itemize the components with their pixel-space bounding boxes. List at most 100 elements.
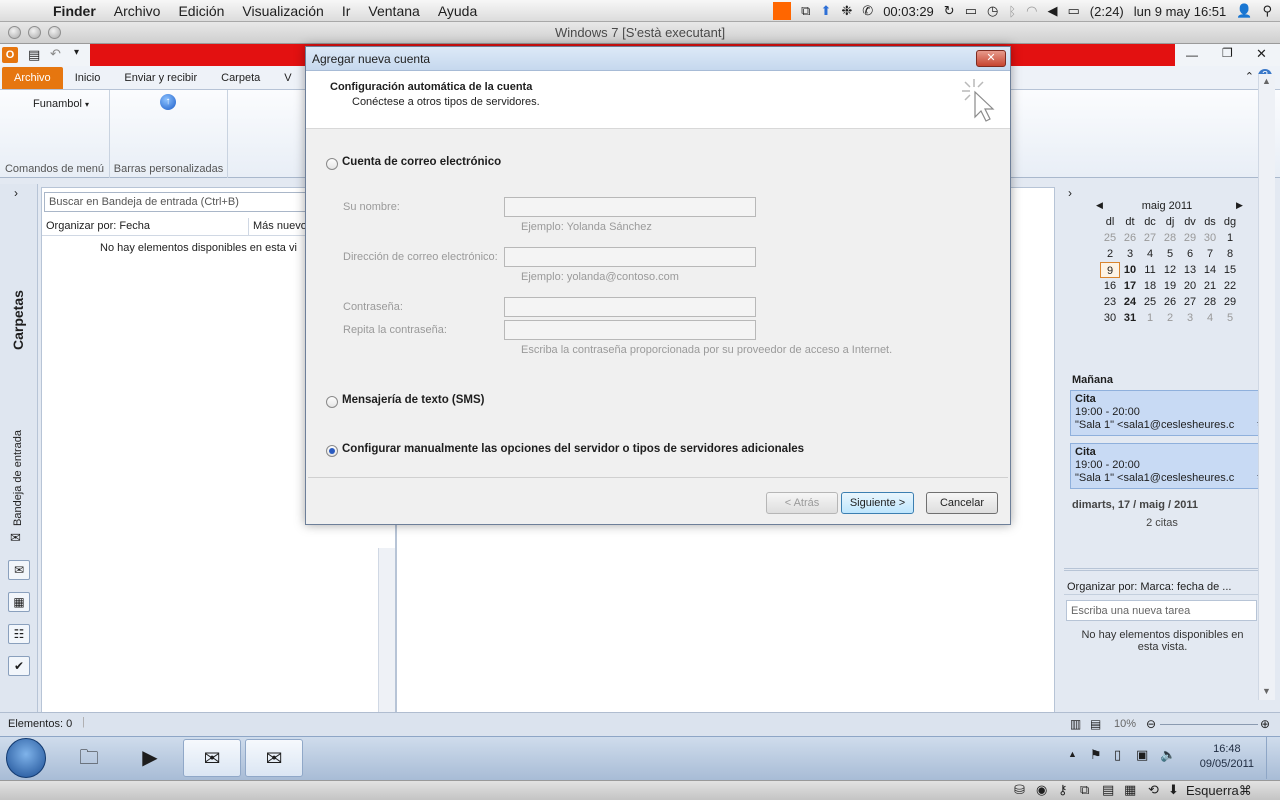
option-sms[interactable]: Mensajería de texto (SMS) [342,394,485,406]
tasks-icon[interactable]: ✔ [8,656,30,676]
network-adapter-icon[interactable]: ⧉ [1080,782,1089,798]
show-hidden-icons[interactable]: ▲ [1068,749,1077,759]
calendar-day[interactable]: 10 [1120,262,1140,278]
calendar-day[interactable]: 28 [1160,230,1180,246]
calendar-day[interactable]: 30 [1100,310,1120,326]
disk-icon[interactable]: ⛁ [1014,782,1025,798]
menu-ventana[interactable]: Ventana [359,3,428,19]
explorer-icon[interactable]: 🗀 [60,739,118,777]
funambol-menu[interactable]: Funambol ▾ [33,98,89,110]
minimize-icon[interactable]: — [1186,48,1198,62]
zoom-out-icon[interactable]: ⊖ [1146,717,1156,731]
paw-icon[interactable]: ❉ [841,3,852,19]
calendar-day[interactable]: 9 [1100,262,1120,278]
calendar-day[interactable]: 12 [1160,262,1180,278]
calendar-day[interactable]: 1 [1140,310,1160,326]
calendar-icon[interactable]: ▦ [8,592,30,612]
appointment-card[interactable]: Cita 19:00 - 20:00 "Sala 1" <sala1@cesle… [1070,390,1270,436]
volume-icon[interactable]: ◀ [1048,3,1058,19]
wifi-icon[interactable]: ◠ [1026,3,1037,19]
menu-ayuda[interactable]: Ayuda [429,3,486,19]
radio-sms[interactable] [326,396,338,408]
menu-ir[interactable]: Ir [333,3,360,19]
calendar-day[interactable]: 6 [1180,246,1200,262]
menu-archivo[interactable]: Archivo [105,3,170,19]
scroll-down-icon[interactable]: ▼ [1262,686,1271,696]
email-field[interactable] [504,247,756,267]
outlook-logo-icon[interactable]: O [2,47,18,63]
reading-view-icon[interactable]: ▤ [1090,717,1101,731]
user-icon[interactable]: 👤 [1236,3,1252,19]
tab-enviar-recibir[interactable]: Enviar y recibir [112,67,209,89]
menu-visualizacion[interactable]: Visualización [233,3,332,19]
calendar-day[interactable]: 3 [1120,246,1140,262]
printer-icon[interactable]: ▦ [1124,782,1136,798]
calendar-day[interactable]: 20 [1180,278,1200,294]
window-zoom-button[interactable] [48,26,61,39]
repeat-password-field[interactable] [504,320,756,340]
tab-inicio[interactable]: Inicio [63,67,113,89]
start-button[interactable] [6,738,46,778]
tab-carpeta[interactable]: Carpeta [209,67,272,89]
scroll-up-icon[interactable]: ▲ [1262,76,1271,86]
sync-arrow-icon[interactable]: ⬆ [820,3,831,19]
calendar-day[interactable]: 21 [1200,278,1220,294]
shared-folder-icon[interactable]: ▤ [1102,782,1114,798]
calendar-day[interactable]: 23 [1100,294,1120,310]
calendar-day[interactable]: 28 [1200,294,1220,310]
calendar-day[interactable]: 14 [1200,262,1220,278]
media-player-icon[interactable]: ▶ [121,739,179,777]
todo-scrollbar[interactable]: ▲ ▼ [1258,74,1275,700]
calendar-day[interactable]: 26 [1160,294,1180,310]
customize-qat-icon[interactable]: ▾ [74,47,79,58]
tab-vista[interactable]: V [272,67,303,89]
menu-edicion[interactable]: Edición [169,3,233,19]
coherence-icon[interactable]: ⟲ [1148,782,1159,798]
calendar-day[interactable]: 19 [1160,278,1180,294]
tab-archivo[interactable]: Archivo [2,67,63,89]
network-icon[interactable]: ▣ [1136,747,1148,763]
calendar-day[interactable]: 15 [1220,262,1240,278]
menu-finder[interactable]: Finder [44,3,105,19]
expand-nav-icon[interactable]: › [14,186,18,200]
normal-view-icon[interactable]: ▥ [1070,717,1081,731]
calendar-day[interactable]: 1 [1220,230,1240,246]
option-email-account[interactable]: Cuenta de correo electrónico [342,156,501,168]
mail-icon[interactable]: ✉ [8,560,30,580]
calendar-day[interactable]: 13 [1180,262,1200,278]
calendar-day[interactable]: 5 [1220,310,1240,326]
window-close-button[interactable] [8,26,21,39]
send-receive-icon[interactable]: ▤ [28,47,40,63]
calendar-day[interactable]: 24 [1120,294,1140,310]
dialog-close-button[interactable]: ✕ [976,50,1006,67]
time-machine-icon[interactable]: ◷ [987,3,998,19]
name-field[interactable] [504,197,756,217]
menubar-clock[interactable]: lun 9 may 16:51 [1134,4,1227,19]
task-sort-label[interactable]: Organizar por: Marca: fecha de ... [1064,580,1270,595]
window-minimize-button[interactable] [28,26,41,39]
calendar-day[interactable]: 7 [1200,246,1220,262]
new-task-input[interactable]: Escriba una nueva tarea [1066,600,1257,621]
calendar-day[interactable]: 27 [1140,230,1160,246]
calendar-day[interactable]: 25 [1100,230,1120,246]
todo-splitter[interactable] [1064,568,1270,571]
password-field[interactable] [504,297,756,317]
calendar-day[interactable]: 8 [1220,246,1240,262]
download-icon[interactable]: ⬇ [1168,782,1179,798]
close-icon[interactable]: ✕ [1256,46,1267,62]
keyboard-modifier[interactable]: Esquerra⌘ [1186,783,1252,799]
back-button[interactable]: < Atrás [766,492,838,514]
cancel-button[interactable]: Cancelar [926,492,998,514]
taskbar-clock[interactable]: 16:48 09/05/2011 [1200,742,1254,772]
power-icon[interactable]: ▯ [1114,747,1121,763]
calendar-day[interactable]: 29 [1220,294,1240,310]
parallels-icon[interactable]: ⧉ [801,3,810,19]
calendar-day[interactable]: 30 [1200,230,1220,246]
calendar-day[interactable]: 11 [1140,262,1160,278]
outlook-taskbar-icon[interactable]: ✉ [183,739,241,777]
restore-icon[interactable]: ❐ [1222,46,1233,60]
bluetooth-icon[interactable]: ᛒ [1008,4,1016,19]
expand-todo-icon[interactable]: › [1068,186,1072,200]
option-manual-config[interactable]: Configurar manualmente las opciones del … [342,443,804,455]
calendar-day[interactable]: 17 [1120,278,1140,294]
